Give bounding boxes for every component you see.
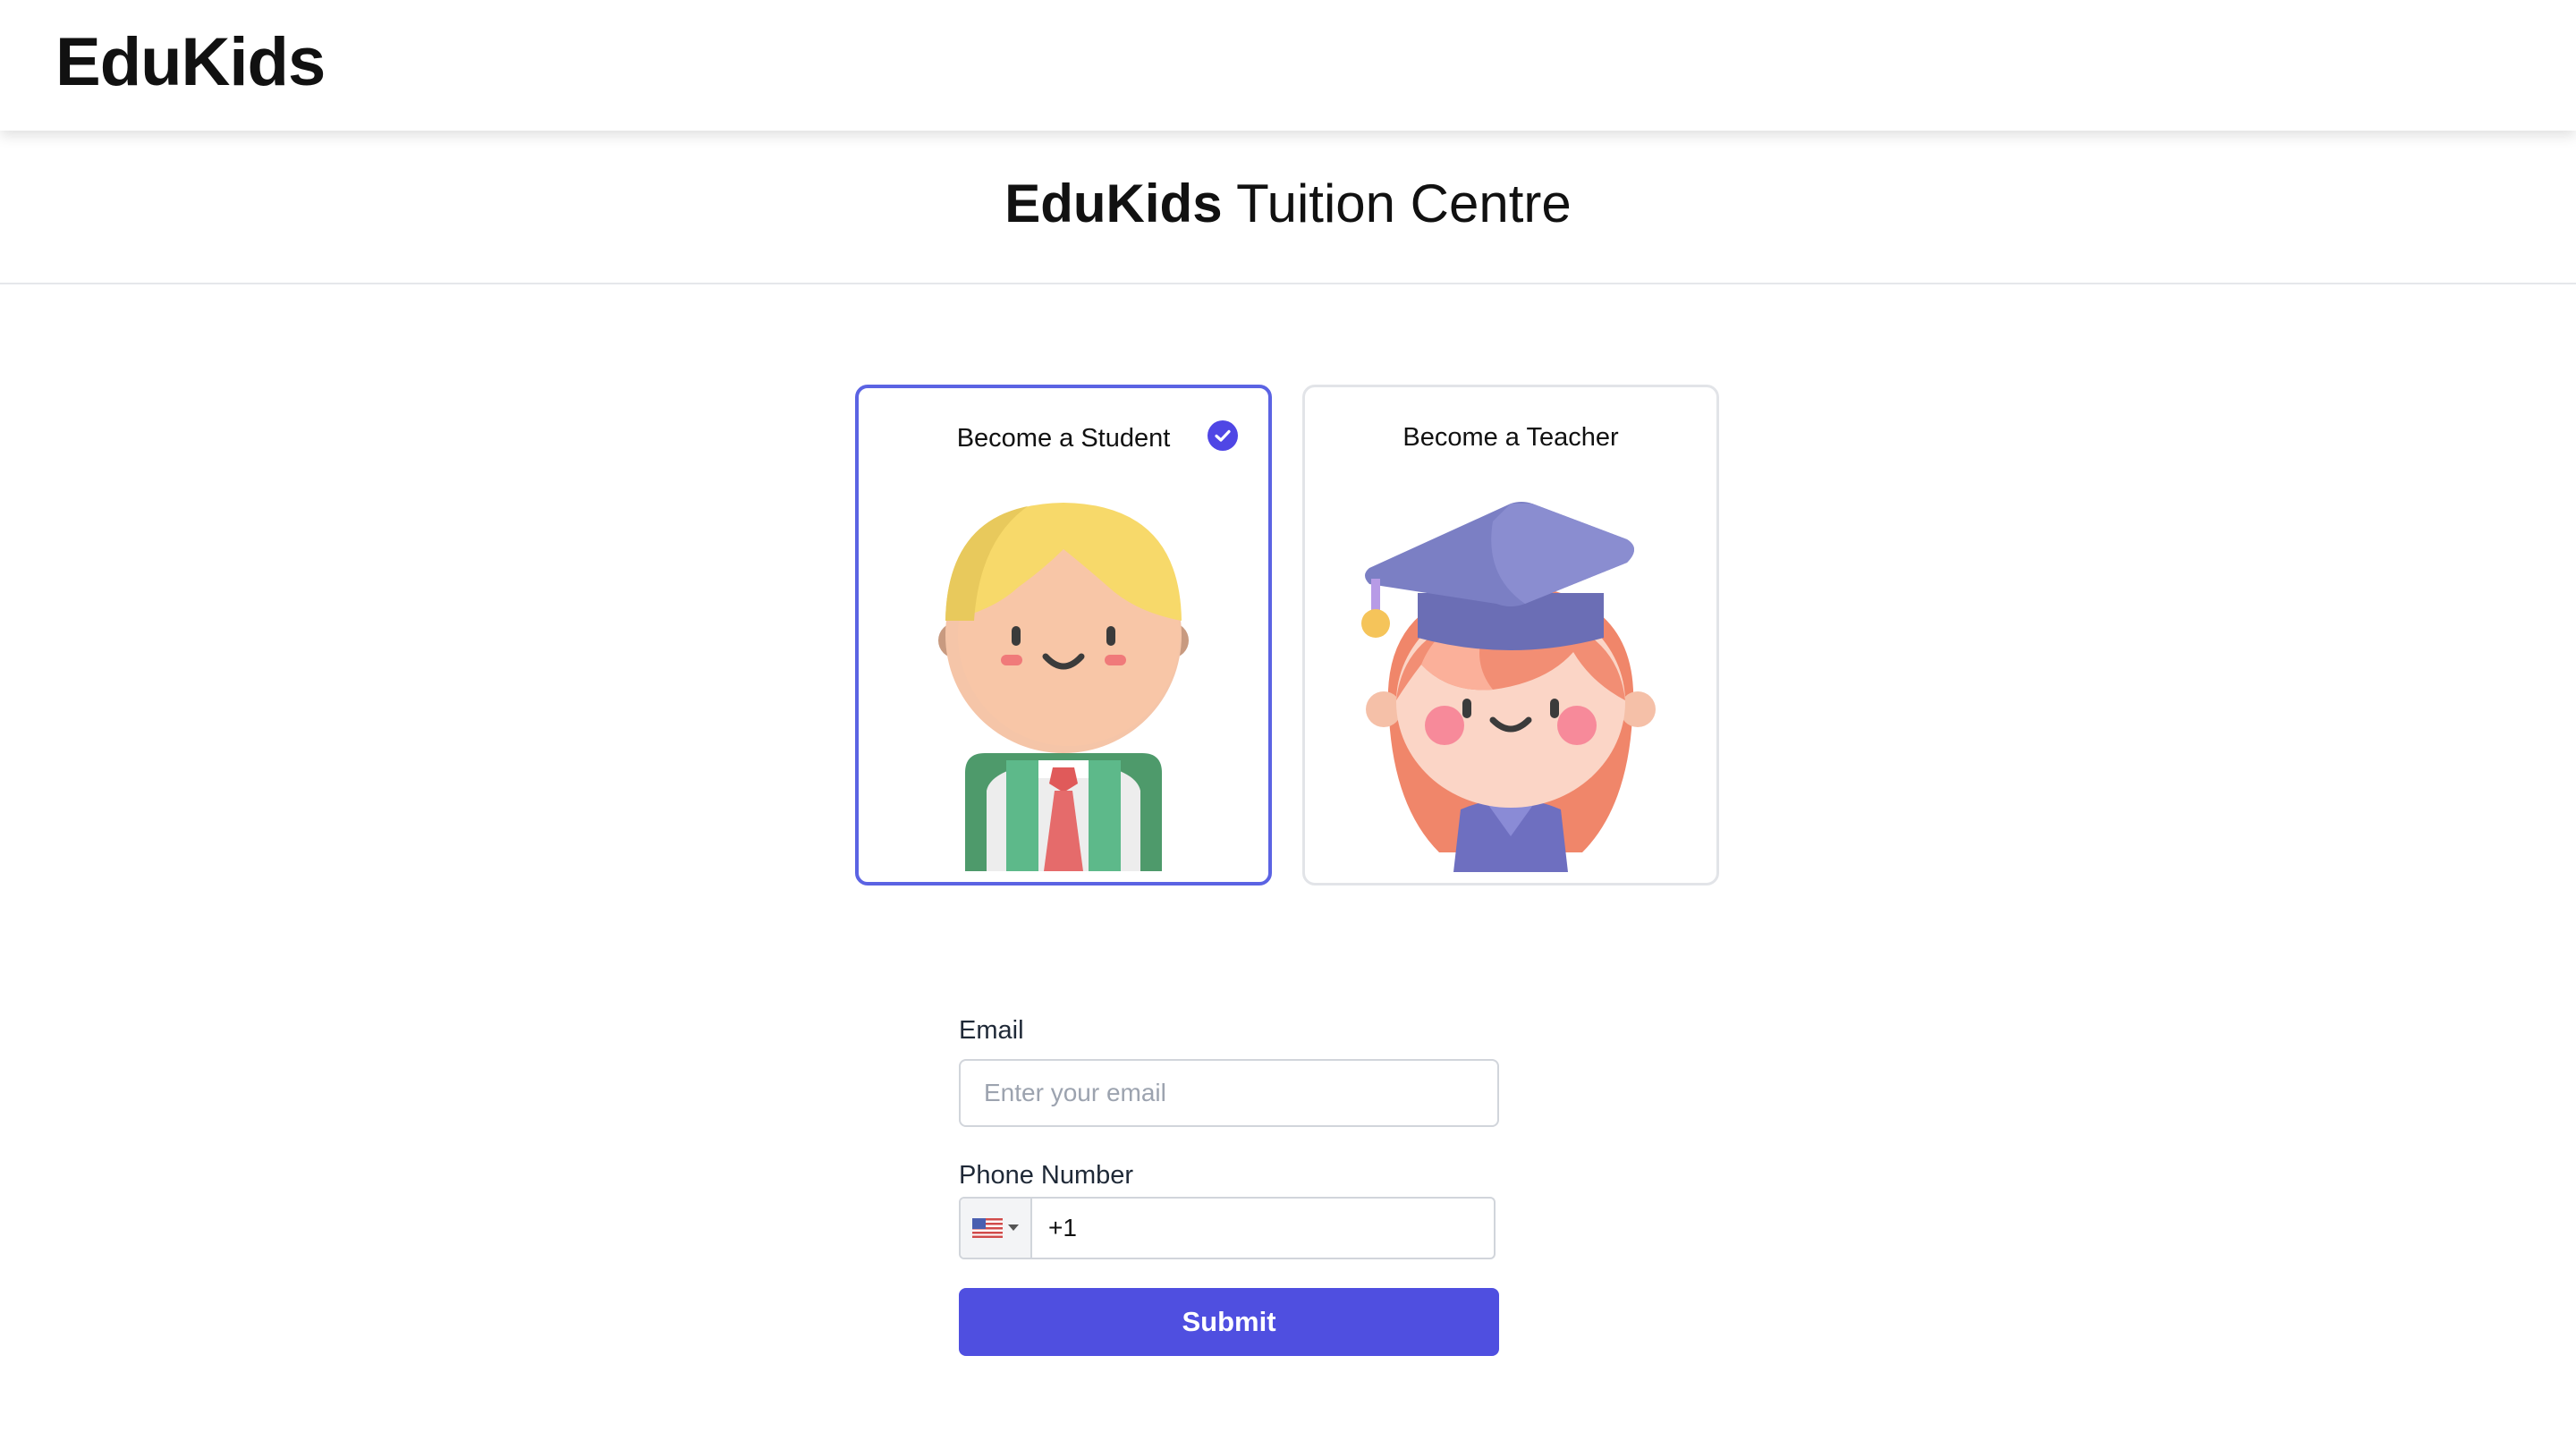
- page-header: EduKids Tuition Centre: [0, 131, 2576, 284]
- signup-form: Email Phone Number Submit: [959, 1013, 1499, 1356]
- country-code-select[interactable]: [961, 1199, 1032, 1258]
- phone-group: Phone Number: [959, 1157, 1499, 1259]
- phone-field: [959, 1197, 1496, 1259]
- phone-input[interactable]: [1032, 1199, 1494, 1258]
- page-title-rest: Tuition Centre: [1222, 174, 1572, 233]
- student-avatar-illustration: [911, 487, 1216, 877]
- us-flag-icon: [972, 1218, 1003, 1238]
- email-input[interactable]: [959, 1059, 1499, 1127]
- role-card-teacher[interactable]: Become a Teacher: [1302, 385, 1719, 886]
- page-title-brand: EduKids: [1004, 174, 1223, 233]
- page-title: EduKids Tuition Centre: [0, 131, 2576, 238]
- role-card-teacher-label: Become a Teacher: [1402, 423, 1619, 452]
- check-circle-icon: [1208, 420, 1238, 451]
- teacher-avatar-illustration: [1359, 486, 1663, 877]
- submit-button[interactable]: Submit: [959, 1288, 1499, 1356]
- top-navigation-bar: EduKids: [0, 0, 2576, 131]
- caret-down-icon: [1008, 1224, 1019, 1231]
- email-label: Email: [959, 1016, 1024, 1045]
- logo[interactable]: EduKids: [55, 20, 326, 106]
- phone-label: Phone Number: [959, 1161, 1134, 1190]
- email-group: Email: [959, 1013, 1499, 1127]
- role-card-student[interactable]: Become a Student: [855, 385, 1272, 886]
